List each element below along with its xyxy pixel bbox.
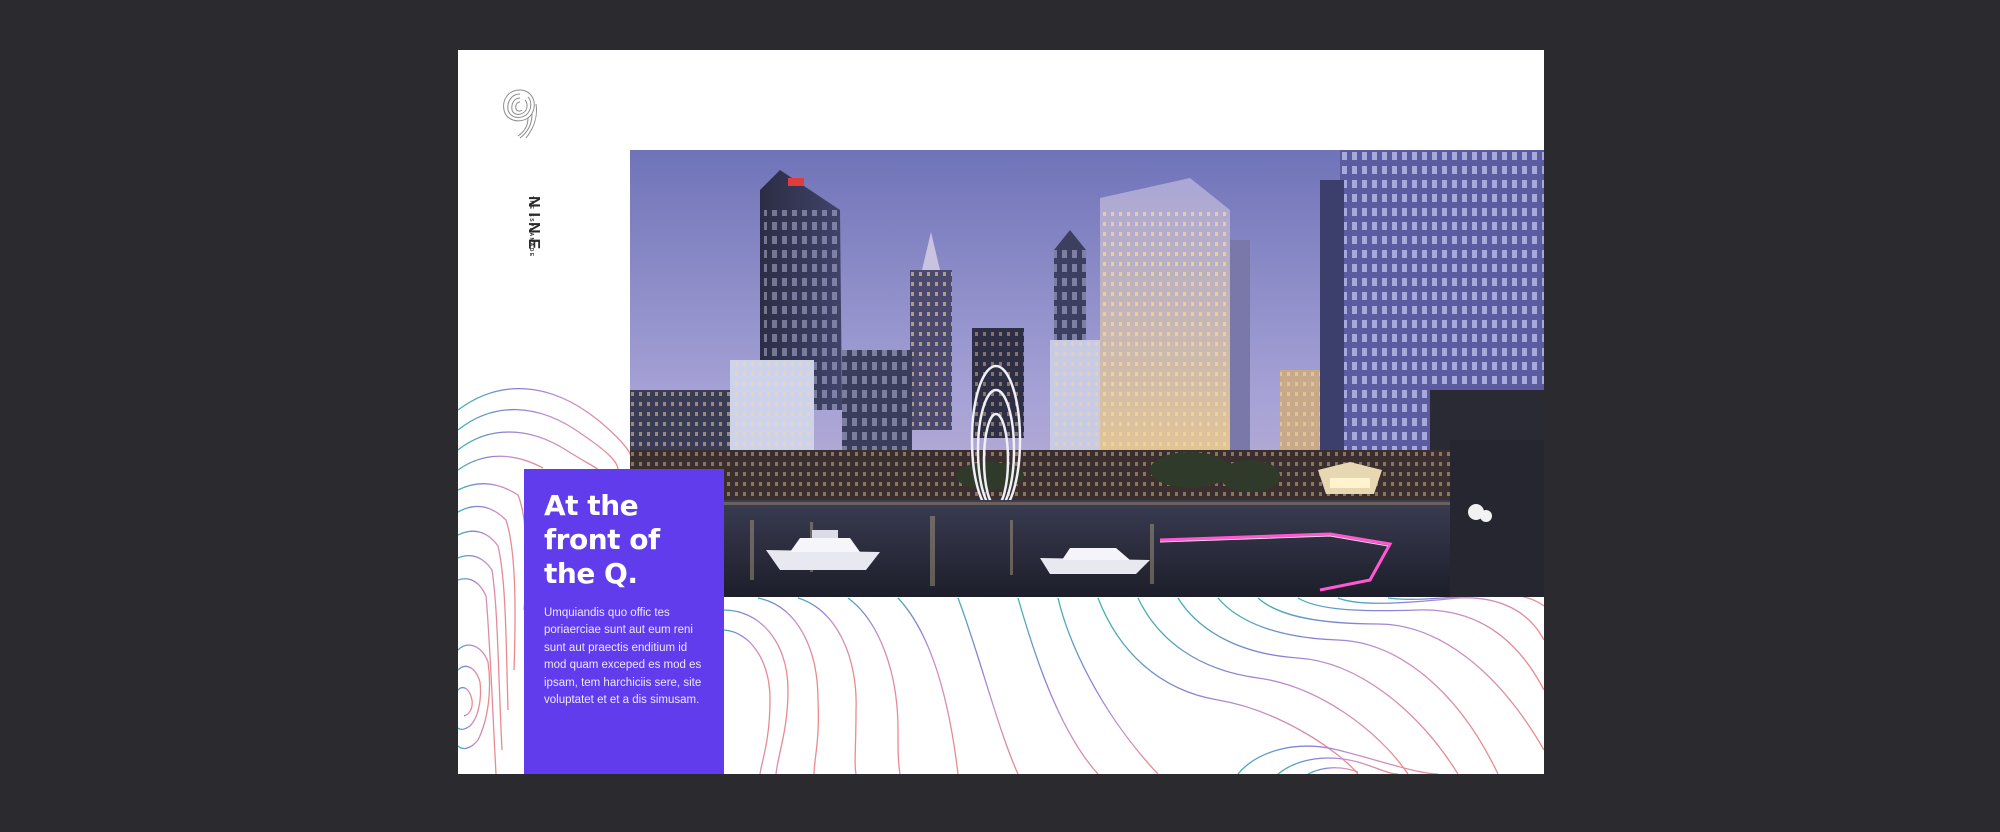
headline-card: At the front of the Q. Umquiandis quo of… — [524, 469, 724, 774]
brand-tagline: THE ESPLANADE — [528, 196, 534, 258]
hero-image — [630, 150, 1544, 597]
fingerprint-nine-icon — [503, 89, 537, 139]
brand-logo[interactable]: NINE THE ESPLANADE — [498, 84, 558, 258]
body-copy: Umquiandis quo offic tes poriaerciae sun… — [544, 607, 702, 707]
brochure-page: NINE THE ESPLANADE At the front of the Q… — [458, 50, 1544, 774]
headline: At the front of the Q. — [544, 489, 660, 590]
